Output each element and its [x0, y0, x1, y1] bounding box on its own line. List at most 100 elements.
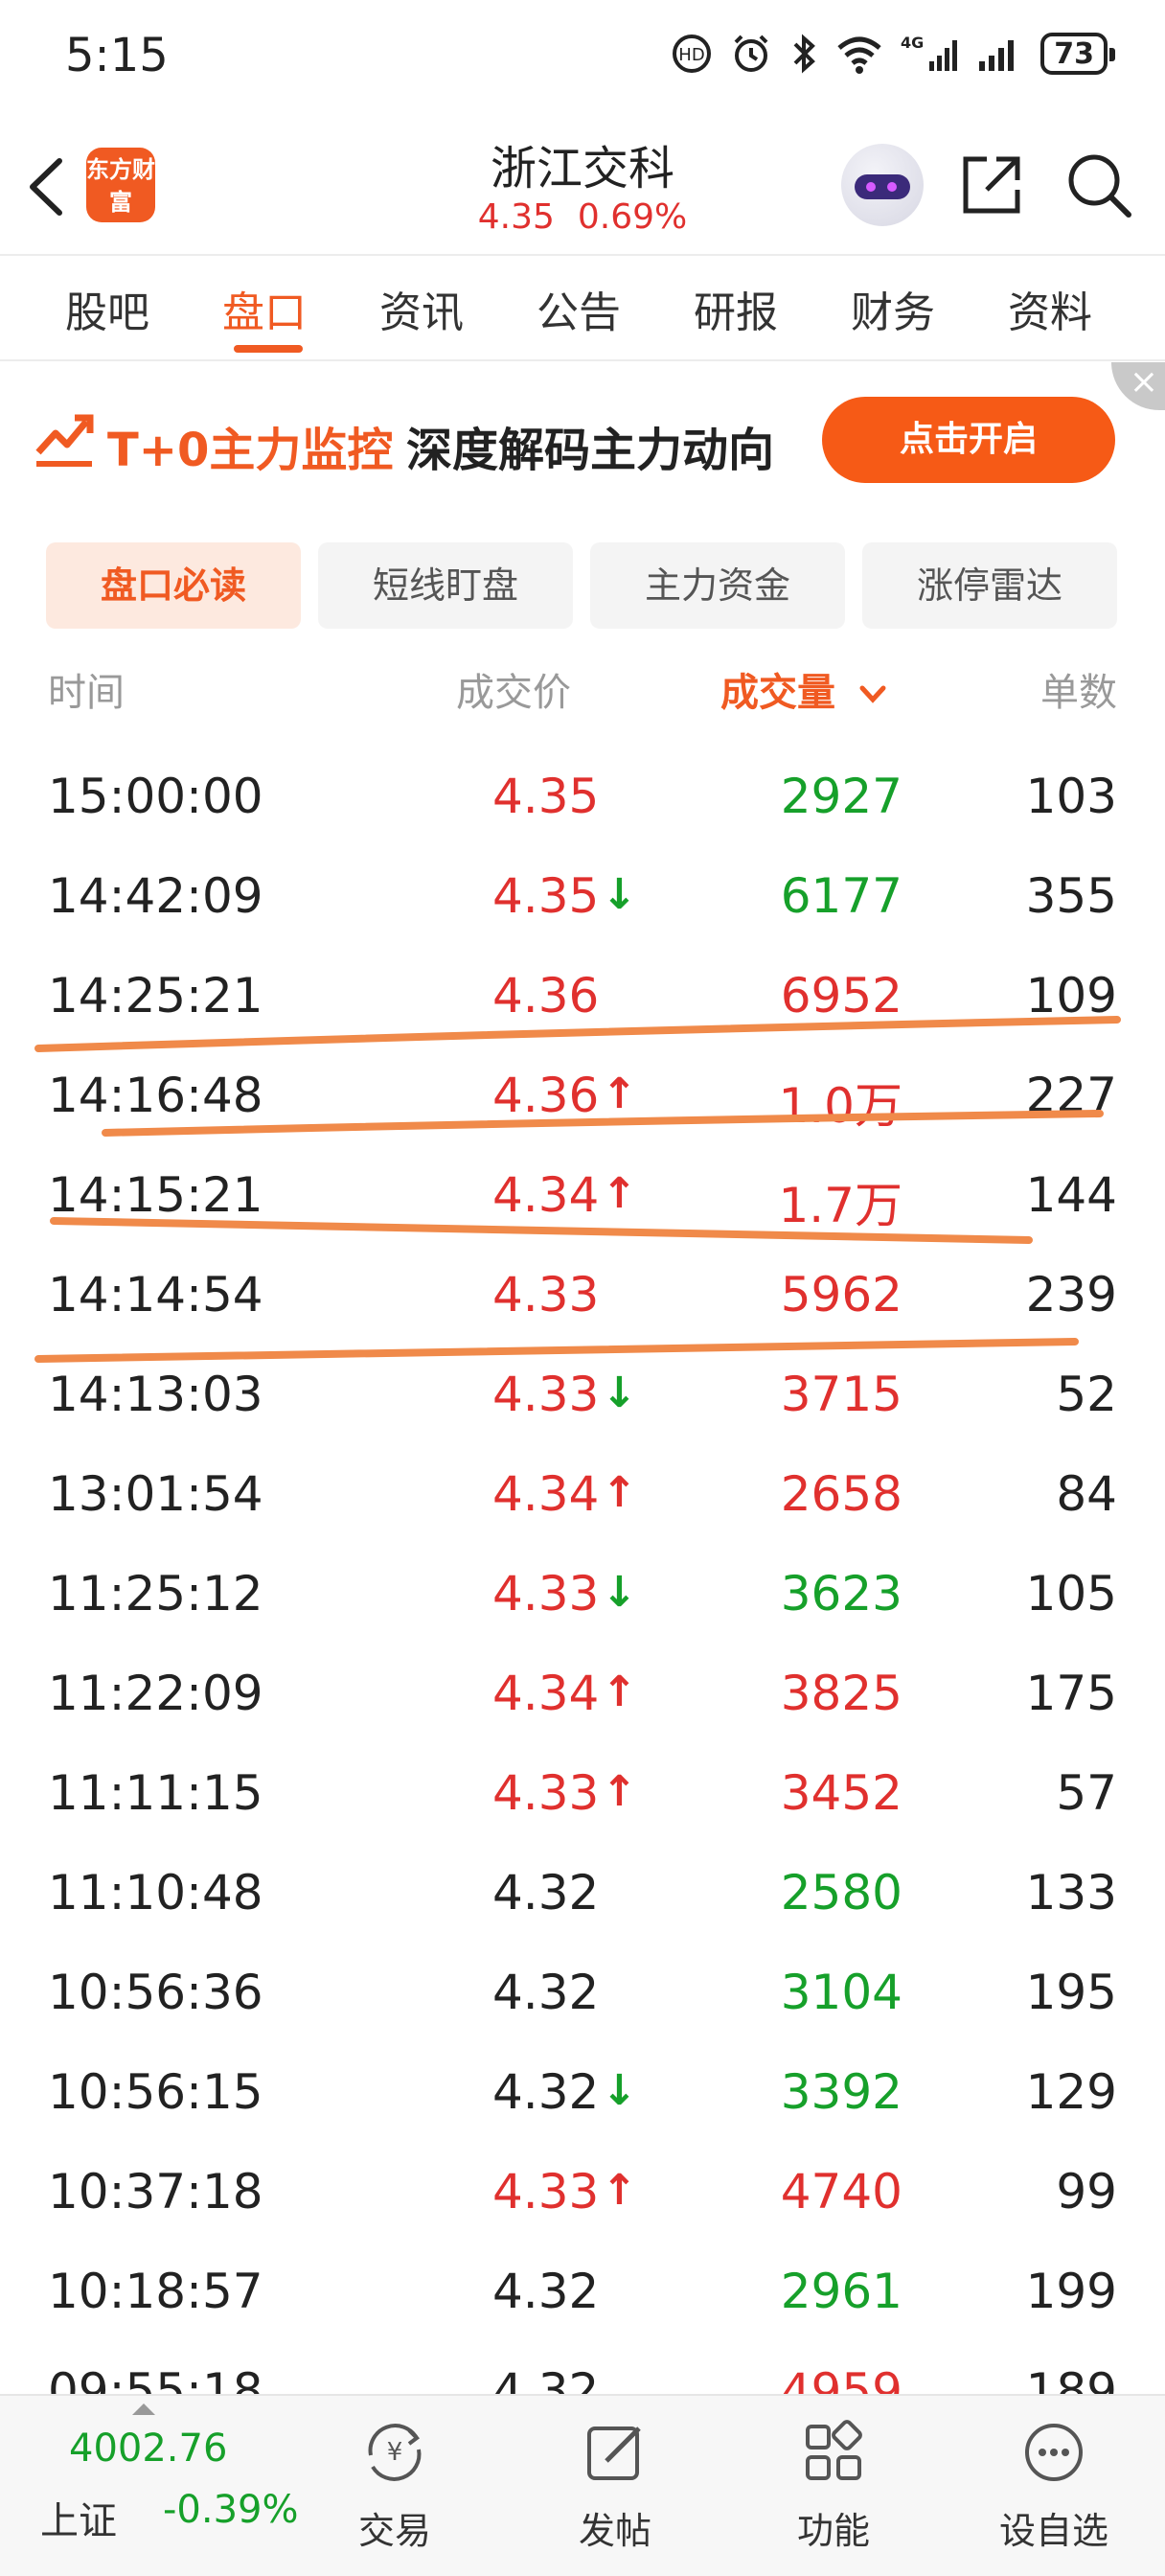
index-value[interactable]: 4002.76 — [69, 2426, 227, 2471]
trade-count: 195 — [1025, 1965, 1117, 2020]
trade-row[interactable]: 14:15:21 4.34 ↑ 1.7万 144 — [0, 1148, 1165, 1248]
trade-price: 4.32 — [492, 2264, 600, 2319]
arrow-up-icon: ↑ — [602, 1169, 637, 1218]
yen-exchange-icon: ¥ — [368, 2424, 422, 2481]
col-time: 时间 — [48, 671, 125, 715]
trade-price: 4.34 — [492, 1167, 600, 1223]
share-icon — [963, 156, 1020, 214]
trade-volume: 3715 — [780, 1367, 902, 1422]
trade-row[interactable]: 11:11:15 4.33 ↑ 3452 57 — [0, 1746, 1165, 1846]
tab-pankou[interactable]: 盘口 — [222, 278, 307, 339]
index-change[interactable]: -0.39% — [163, 2488, 299, 2532]
trade-count: 109 — [1025, 968, 1117, 1024]
trade-row[interactable]: 10:56:15 4.32 ↓ 3392 129 — [0, 2045, 1165, 2145]
trade-time: 14:25:21 — [48, 968, 263, 1024]
tab-announcements[interactable]: 公告 — [537, 278, 621, 339]
segment-short-term[interactable]: 短线盯盘 — [318, 542, 573, 629]
arrow-up-icon: ↑ — [602, 1468, 637, 1517]
banner-close-button[interactable]: × — [1111, 362, 1165, 410]
trade-volume: 1.0万 — [778, 1078, 902, 1134]
trade-volume: 3623 — [780, 1566, 902, 1622]
trade-volume: 2927 — [780, 769, 902, 824]
stock-change-pct: 0.69% — [577, 197, 688, 237]
trade-row[interactable]: 13:01:54 4.34 ↑ 2658 84 — [0, 1447, 1165, 1547]
wifi-icon — [835, 33, 883, 75]
trade-row[interactable]: 11:22:09 4.34 ↑ 3825 175 — [0, 1646, 1165, 1746]
nav-functions-label: 功能 — [796, 2510, 870, 2552]
stock-tabs: 股吧 盘口 资讯 公告 研报 财务 资料 — [0, 259, 1165, 359]
trade-price: 4.33 — [492, 1367, 600, 1422]
robot-icon — [855, 174, 910, 199]
trade-row[interactable]: 10:18:57 4.32 2961 199 — [0, 2244, 1165, 2344]
segment-must-read[interactable]: 盘口必读 — [46, 542, 301, 629]
expand-caret-icon[interactable] — [132, 2404, 155, 2415]
index-name[interactable]: 上证 — [40, 2490, 117, 2545]
ai-assistant-button[interactable] — [841, 144, 924, 226]
cellular-4g-icon: 4G — [901, 33, 958, 75]
trade-row[interactable]: 15:00:00 4.35 2927 103 — [0, 749, 1165, 849]
search-button[interactable] — [1063, 150, 1134, 220]
trade-count: 105 — [1025, 1566, 1117, 1622]
trade-row[interactable]: 14:14:54 4.33 5962 239 — [0, 1248, 1165, 1347]
tab-guba[interactable]: 股吧 — [65, 278, 149, 339]
trade-volume: 6952 — [780, 968, 902, 1024]
trade-row[interactable]: 10:37:18 4.33 ↑ 4740 99 — [0, 2145, 1165, 2244]
tab-news[interactable]: 资讯 — [379, 278, 464, 339]
trade-price: 4.33 — [492, 1765, 600, 1821]
nav-trade[interactable]: ¥ 交易 — [328, 2417, 462, 2554]
grid-icon — [806, 2420, 862, 2480]
trade-count: 103 — [1025, 769, 1117, 824]
robot-eye-right — [887, 182, 897, 192]
trade-row[interactable]: 14:13:03 4.33 ↓ 3715 52 — [0, 1347, 1165, 1447]
trade-count: 227 — [1025, 1068, 1117, 1123]
arrow-down-icon: ↓ — [602, 1568, 637, 1617]
trade-row[interactable]: 14:25:21 4.36 6952 109 — [0, 949, 1165, 1048]
trade-row[interactable]: 10:56:36 4.32 3104 195 — [0, 1945, 1165, 2045]
trade-row[interactable]: 14:16:48 4.36 ↑ 1.0万 227 — [0, 1048, 1165, 1148]
trade-time: 10:56:36 — [48, 1965, 263, 2020]
col-volume-sort[interactable]: 成交量 — [720, 661, 889, 717]
trade-row[interactable]: 11:25:12 4.33 ↓ 3623 105 — [0, 1547, 1165, 1646]
trade-volume: 2580 — [780, 1865, 902, 1920]
trade-volume: 3104 — [780, 1965, 902, 2020]
trade-time: 11:25:12 — [48, 1566, 263, 1622]
col-count: 单数 — [1040, 671, 1117, 715]
share-button[interactable] — [958, 151, 1025, 218]
trade-time: 11:22:09 — [48, 1666, 263, 1721]
active-tab-indicator — [234, 345, 303, 353]
tab-finance[interactable]: 财务 — [851, 278, 935, 339]
arrow-down-icon: ↓ — [602, 2066, 637, 2115]
promo-banner[interactable]: × T+0主力监控 深度解码主力动向 点击开启 — [0, 362, 1165, 516]
trade-row[interactable]: 11:10:48 4.32 2580 133 — [0, 1846, 1165, 1945]
trade-count: 84 — [1056, 1466, 1117, 1522]
trade-row[interactable]: 14:42:09 4.35 ↓ 6177 355 — [0, 849, 1165, 949]
battery-level: 73 — [1054, 36, 1094, 71]
trade-count: 239 — [1025, 1267, 1117, 1322]
trade-price: 4.34 — [492, 1666, 600, 1721]
trade-time: 14:14:54 — [48, 1267, 263, 1322]
trade-volume: 4740 — [780, 2164, 902, 2220]
tab-profile[interactable]: 资料 — [1008, 278, 1092, 339]
bluetooth-icon — [789, 33, 818, 75]
segment-limit-up-radar[interactable]: 涨停雷达 — [862, 542, 1117, 629]
segment-main-funds[interactable]: 主力资金 — [590, 542, 845, 629]
nav-functions[interactable]: 功能 — [766, 2417, 901, 2554]
svg-text:4G: 4G — [901, 34, 924, 52]
nav-add-watchlist[interactable]: 设自选 — [987, 2417, 1121, 2554]
tab-research[interactable]: 研报 — [694, 278, 778, 339]
nav-add-watchlist-label: 设自选 — [998, 2510, 1108, 2552]
trades-table-header: 时间 成交价 成交量 单数 — [0, 661, 1165, 719]
col-price: 成交价 — [456, 671, 571, 715]
trades-list[interactable]: 15:00:00 4.35 2927 103 14:42:09 4.35 ↓ 6177 355 1… — [0, 749, 1165, 2444]
banner-open-button[interactable]: 点击开启 — [822, 397, 1115, 483]
trade-count: 99 — [1056, 2164, 1117, 2220]
trade-count: 144 — [1025, 1167, 1117, 1223]
trade-time: 13:01:54 — [48, 1466, 263, 1522]
nav-post[interactable]: 发帖 — [548, 2417, 682, 2554]
trade-time: 10:37:18 — [48, 2164, 263, 2220]
status-bar: 5:15 HD 4G 73 — [0, 0, 1165, 115]
trade-volume: 1.7万 — [778, 1178, 902, 1233]
trade-price: 4.35 — [492, 769, 600, 824]
stock-header: 东方财富 浙江交科 4.35 0.69% — [0, 125, 1165, 254]
more-dots-icon — [1025, 2424, 1083, 2481]
